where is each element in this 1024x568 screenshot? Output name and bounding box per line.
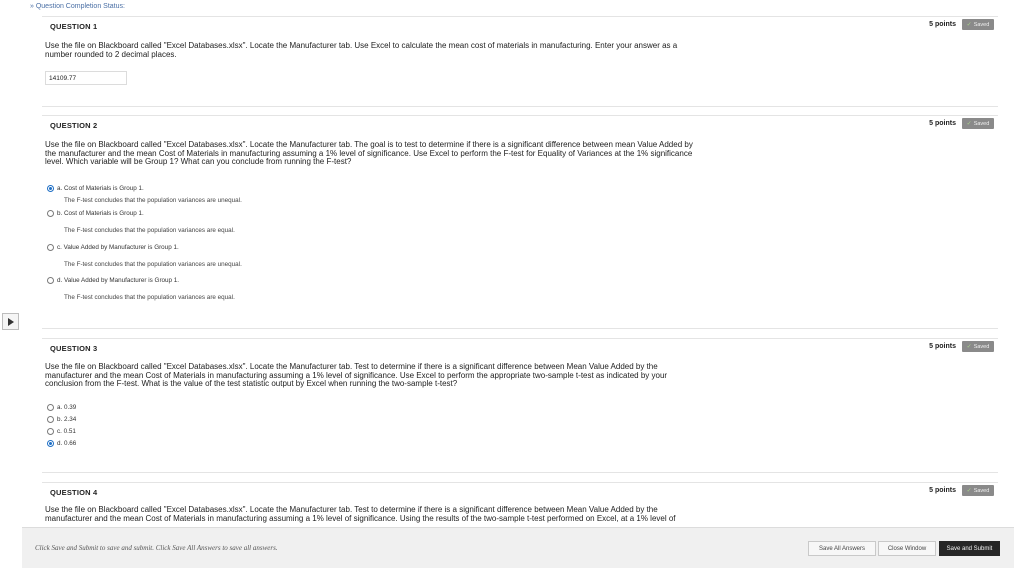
answer-option-c[interactable]: c. 0.51 <box>47 428 76 435</box>
radio-unselected[interactable] <box>47 277 54 284</box>
question-text-line: conclusion from the F-test. What is the … <box>45 379 458 389</box>
question-points: 5 points <box>929 120 956 127</box>
question-text-line: manufacturer and the mean Cost of Materi… <box>45 513 676 523</box>
question-4: QUESTION 4 5 points ✓ Saved Use the file … <box>42 482 998 528</box>
option-detail: The F-test concludes that the population… <box>64 197 242 204</box>
answer-input[interactable] <box>45 71 127 85</box>
answer-option-a[interactable]: a. 0.39 <box>47 404 76 411</box>
check-icon: ✓ <box>966 22 972 28</box>
option-label: b. Cost of Materials is Group 1. <box>57 210 144 217</box>
option-label: c. 0.51 <box>57 428 76 435</box>
question-title: QUESTION 4 <box>50 488 98 497</box>
radio-unselected[interactable] <box>47 404 54 411</box>
submit-bar: Click Save and Submit to save and submit… <box>22 527 1014 568</box>
radio-selected[interactable] <box>47 440 54 447</box>
question-text-line: level. Which variable will be Group 1? W… <box>45 157 352 167</box>
radio-unselected[interactable] <box>47 244 54 251</box>
question-3: QUESTION 3 5 points ✓ Saved Use the file … <box>42 338 998 478</box>
question-1: QUESTION 1 5 points ✓ Saved Use the file … <box>42 16 998 108</box>
question-text: Use the file on Blackboard called "Excel… <box>45 362 805 389</box>
answer-option-d[interactable]: d. 0.66 <box>47 440 76 447</box>
question-points: 5 points <box>929 21 956 28</box>
saved-label: Saved <box>973 21 990 28</box>
question-header: QUESTION 3 5 points ✓ Saved <box>42 338 998 353</box>
check-icon: ✓ <box>966 488 972 494</box>
option-label: a. Cost of Materials is Group 1. <box>57 185 144 192</box>
question-points: 5 points <box>929 487 956 494</box>
question-header: QUESTION 4 5 points ✓ Saved <box>42 482 998 497</box>
saved-label: Saved <box>973 487 990 494</box>
option-label: a. 0.39 <box>57 404 77 411</box>
divider <box>42 106 998 107</box>
option-label: c. Value Added by Manufacturer is Group … <box>57 244 179 251</box>
question-text-line: number rounded to 2 decimal places. <box>45 49 177 59</box>
radio-selected[interactable] <box>47 185 54 192</box>
saved-label: Saved <box>973 343 990 350</box>
option-detail: The F-test concludes that the population… <box>64 294 235 301</box>
question-header: QUESTION 1 5 points ✓ Saved <box>42 16 998 31</box>
radio-unselected[interactable] <box>47 416 54 423</box>
save-and-submit-button[interactable]: Save and Submit <box>939 541 1000 556</box>
option-label: b. 2.34 <box>57 416 77 423</box>
saved-label: Saved <box>973 120 990 127</box>
option-detail: The F-test concludes that the population… <box>64 261 242 268</box>
answer-option-b[interactable]: b. Cost of Materials is Group 1. <box>47 210 144 217</box>
saved-badge: ✓ Saved <box>962 341 994 352</box>
answer-option-b[interactable]: b. 2.34 <box>47 416 76 423</box>
question-title: QUESTION 2 <box>50 121 98 130</box>
saved-badge: ✓ Saved <box>962 19 994 30</box>
question-text: Use the file on Blackboard called "Excel… <box>45 505 805 523</box>
answer-option-c[interactable]: c. Value Added by Manufacturer is Group … <box>47 244 179 251</box>
answer-option-a[interactable]: a. Cost of Materials is Group 1. <box>47 185 144 192</box>
option-label: d. 0.66 <box>57 440 77 447</box>
check-icon: ✓ <box>966 344 972 350</box>
save-all-answers-button[interactable]: Save All Answers <box>808 541 876 556</box>
check-icon: ✓ <box>966 121 972 127</box>
question-title: QUESTION 3 <box>50 344 98 353</box>
saved-badge: ✓ Saved <box>962 485 994 496</box>
radio-unselected[interactable] <box>47 428 54 435</box>
option-detail: The F-test concludes that the population… <box>64 227 235 234</box>
question-header: QUESTION 2 5 points ✓ Saved <box>42 115 998 130</box>
question-2: QUESTION 2 5 points ✓ Saved Use the file … <box>42 115 998 325</box>
question-points: 5 points <box>929 343 956 350</box>
question-completion-status-toggle[interactable]: » Question Completion Status: <box>30 3 125 10</box>
radio-unselected[interactable] <box>47 210 54 217</box>
divider <box>42 472 998 473</box>
question-text: Use the file on Blackboard called "Excel… <box>45 41 805 59</box>
divider <box>42 328 998 329</box>
submit-hint: Click Save and Submit to save and submit… <box>35 544 278 552</box>
question-text: Use the file on Blackboard called "Excel… <box>45 140 805 167</box>
close-window-button[interactable]: Close Window <box>878 541 936 556</box>
play-icon <box>7 317 14 326</box>
saved-badge: ✓ Saved <box>962 118 994 129</box>
question-title: QUESTION 1 <box>50 22 98 31</box>
option-label: d. Value Added by Manufacturer is Group … <box>57 277 180 284</box>
expand-panel-button[interactable] <box>2 313 19 330</box>
answer-option-d[interactable]: d. Value Added by Manufacturer is Group … <box>47 277 179 284</box>
